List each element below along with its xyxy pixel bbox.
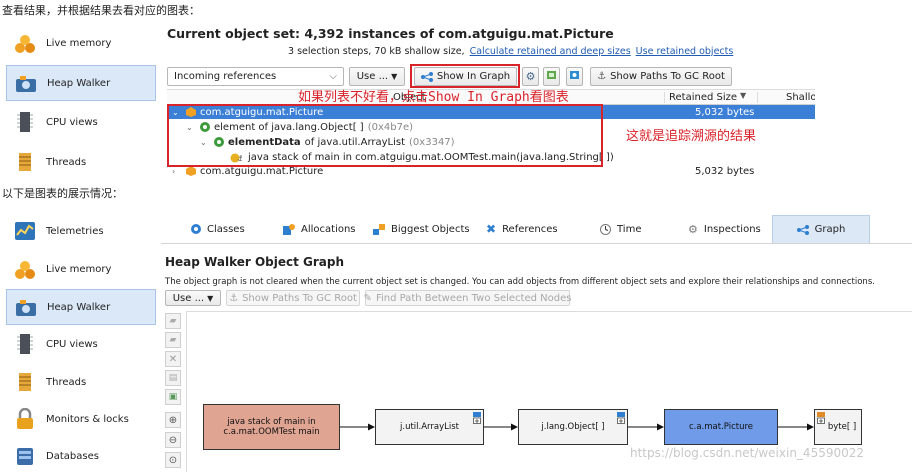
graph-edges <box>340 423 814 431</box>
node-expand-icon[interactable] <box>473 412 481 424</box>
graph-node-gc-root[interactable]: java stack of main in c.a.mat.OOMTest ma… <box>203 404 340 450</box>
graph-node-object-array[interactable]: j.lang.Object[ ] <box>518 409 628 445</box>
watermark: https://blog.csdn.net/weixin_45590022 <box>630 446 865 460</box>
graph-node-label: java stack of main in c.a.mat.OOMTest ma… <box>223 417 320 437</box>
graph-node-picture[interactable]: c.a.mat.Picture <box>664 409 778 445</box>
graph-node-label: j.util.ArrayList <box>400 422 459 432</box>
graph-node-label: c.a.mat.Picture <box>688 422 754 432</box>
node-expand-icon[interactable] <box>617 412 625 424</box>
node-type-icon <box>817 412 825 427</box>
graph-node-byte-array[interactable]: byte[ ] <box>814 409 862 445</box>
graph-node-label: byte[ ] <box>827 422 857 432</box>
graph-node-arraylist[interactable]: j.util.ArrayList <box>375 409 484 445</box>
graph-node-label: j.lang.Object[ ] <box>541 422 605 432</box>
